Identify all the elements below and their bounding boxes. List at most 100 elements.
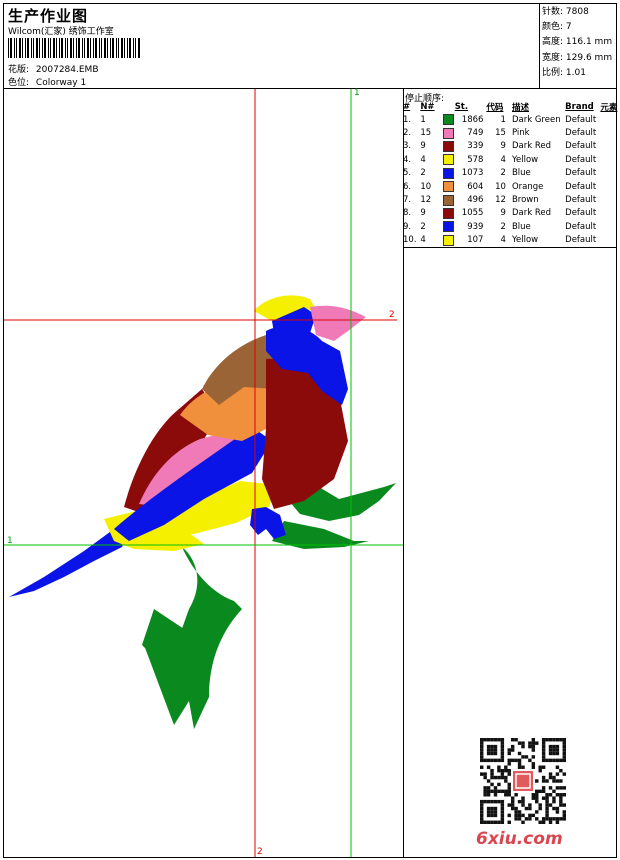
row-description: Dark Green [511,114,561,125]
row-code: 9 [500,141,506,152]
row-brand: Default [565,128,597,139]
col-header: 元素 [600,103,618,113]
row-index: 4. [403,154,412,165]
stat-value: 7808 [565,7,589,17]
col-header: N# [420,102,435,112]
qr-code [480,738,566,824]
color-swatch [442,234,454,246]
barcode [8,38,140,58]
table-divider [403,247,617,248]
row-index: 8. [403,208,412,219]
row-description: Blue [511,221,531,232]
stat-value: 7 [565,22,572,33]
color-swatch [442,140,454,152]
row-stitches: 339 [467,141,484,152]
row-code: 2 [500,168,506,179]
row-code: 1 [500,114,506,125]
row-stitches: 1866 [461,114,484,125]
col-header: St. [454,102,469,112]
row-needle: 2 [420,168,426,179]
row-stitches: 496 [467,195,484,206]
row-swatch [442,126,455,139]
row-description: Pink [511,128,530,139]
stat-label: 高度: [542,37,564,48]
table-row: 8. 9 1055 9 Dark Red Default [403,207,620,220]
row-needle: 2 [420,221,426,232]
row-stitches: 1073 [461,168,484,179]
design-file-field: 花版: 2007284.EMB [8,62,99,75]
row-index: 9. [403,221,412,232]
col-header-swatch [443,101,455,113]
watermark-logo: 6xiu.com [476,829,563,849]
stat-row: 针数: 7808 [542,5,612,20]
row-description: Yellow [511,154,539,165]
row-brand: Default [565,208,597,219]
stat-row: 宽度: 129.6 mm [542,51,612,66]
row-index: 7. [403,195,412,206]
bird-embroidery [9,295,396,729]
row-brand: Default [565,221,597,232]
stat-row: 比例: 1.01 [542,66,612,81]
row-description: Dark Red [511,208,551,219]
row-code: 4 [500,235,506,246]
row-index: 6. [403,181,412,192]
stat-value: 116.1 mm [565,37,613,48]
colorway-field: 色位: Colorway 1 [8,75,86,88]
row-needle: 15 [420,128,432,139]
row-index: 2. [403,128,412,139]
table-row: 9. 2 939 2 Blue Default [403,220,620,233]
table-row: 2. 15 749 15 Pink Default [403,126,620,139]
row-description: Blue [511,168,531,179]
row-stitches: 578 [467,154,484,165]
row-swatch [442,220,455,233]
row-code: 12 [495,195,506,206]
row-needle: 9 [420,208,426,219]
guide-label-green-h: 1 [7,536,13,546]
col-header: 代码 [486,103,504,113]
embroidery-canvas [4,89,403,857]
row-brand: Default [565,235,597,246]
row-brand: Default [565,141,597,152]
row-element [600,180,620,193]
color-swatch [442,127,454,139]
stat-row: 颜色: 7 [542,20,612,35]
row-index: 10. [403,235,417,246]
row-needle: 4 [420,154,426,165]
row-element [600,113,620,126]
row-swatch [442,167,455,180]
table-row: 3. 9 339 9 Dark Red Default [403,140,620,153]
row-brand: Default [565,114,597,125]
row-element [600,126,620,139]
guide-label-green-v: 1 [354,88,360,98]
table-row: 4. 4 578 4 Yellow Default [403,153,620,166]
row-index: 1. [403,114,412,125]
guide-label-red-h: 2 [389,310,395,320]
table-row: 10. 4 107 4 Yellow Default [403,234,620,247]
table-row: 6. 10 604 10 Orange Default [403,180,620,193]
row-element [600,193,620,206]
page-title: 生产作业图 [8,7,89,25]
row-code: 4 [500,154,506,165]
beak-stitches [310,305,366,341]
row-brand: Default [565,168,597,179]
row-swatch [442,193,455,206]
row-description: Brown [511,195,539,206]
table-row: 7. 12 496 12 Brown Default [403,193,620,206]
row-element [600,220,620,233]
row-element [600,167,620,180]
row-needle: 1 [420,114,426,125]
row-stitches: 939 [467,221,484,232]
row-code: 2 [500,221,506,232]
row-needle: 10 [420,181,432,192]
table-header-row: # N# St. 代码 描述 Brand 元素 [403,101,620,113]
row-swatch [442,140,455,153]
table-row: 1. 1 1866 1 Dark Green Default [403,113,620,126]
row-needle: 12 [420,195,432,206]
stats-divider [539,3,540,88]
row-brand: Default [565,195,597,206]
row-description: Dark Red [511,141,551,152]
colorway-value: Colorway 1 [35,78,87,88]
row-description: Orange [511,181,544,192]
row-index: 3. [403,141,412,152]
design-file-value: 2007284.EMB [35,65,99,75]
